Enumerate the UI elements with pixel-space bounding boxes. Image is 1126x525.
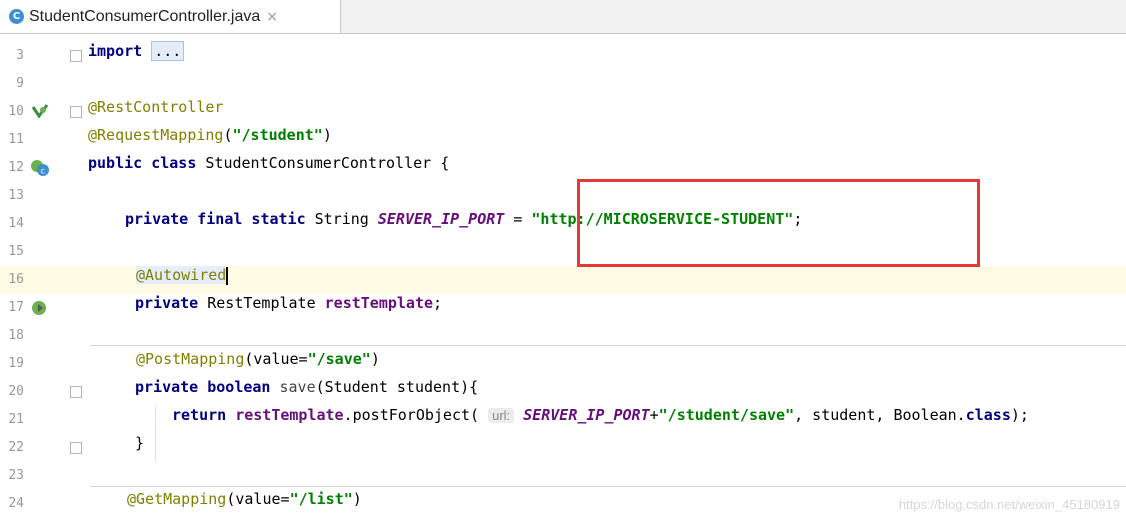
class-c-icon: C bbox=[9, 9, 24, 24]
field-name: restTemplate bbox=[324, 294, 434, 312]
string-literal: "/student" bbox=[232, 126, 323, 144]
red-highlight-box bbox=[577, 179, 980, 267]
code-text: @Autowired bbox=[136, 266, 229, 285]
tab-label: StudentConsumerController.java bbox=[29, 7, 261, 25]
code-text: return restTemplate.postForObject( url: … bbox=[172, 406, 1029, 424]
closing-brace: } bbox=[135, 434, 145, 452]
line-number: 24 bbox=[8, 496, 24, 511]
method-call: .postForObject( bbox=[343, 406, 480, 424]
string-literal: "/list" bbox=[289, 490, 353, 508]
code-editor[interactable]: 3 import ... 9 10 @RestController 11 @Re… bbox=[0, 34, 1126, 525]
line-number: 11 bbox=[8, 132, 24, 147]
punctuation: (value= bbox=[244, 350, 308, 368]
annotation: @GetMapping bbox=[127, 490, 227, 508]
spring-bean-icon[interactable] bbox=[30, 102, 50, 122]
code-line: 17 private RestTemplate restTemplate; bbox=[0, 294, 1126, 322]
line-number: 3 bbox=[16, 48, 24, 63]
punctuation: ) bbox=[370, 350, 380, 368]
code-text: private RestTemplate restTemplate; bbox=[135, 294, 442, 312]
code-text: @PostMapping(value="/save") bbox=[136, 350, 380, 368]
line-number: 19 bbox=[8, 356, 24, 371]
type-name: RestTemplate bbox=[198, 294, 325, 312]
string-literal: "/save" bbox=[307, 350, 371, 368]
code-text: private boolean save(Student student){ bbox=[135, 378, 478, 396]
autowired-navigate-icon[interactable] bbox=[30, 298, 50, 318]
operator: = bbox=[504, 210, 532, 228]
field-name: restTemplate bbox=[226, 406, 344, 424]
punctuation: ) bbox=[352, 490, 362, 508]
annotation: @Autowired bbox=[136, 266, 227, 284]
operator: + bbox=[649, 406, 659, 424]
line-number: 15 bbox=[8, 244, 24, 259]
line-number: 22 bbox=[8, 440, 24, 455]
line-number: 23 bbox=[8, 468, 24, 483]
fold-icon[interactable] bbox=[70, 386, 82, 398]
text-caret bbox=[226, 266, 229, 285]
line-number: 20 bbox=[8, 384, 24, 399]
tab-student-consumer-controller[interactable]: C StudentConsumerController.java × bbox=[0, 0, 341, 33]
close-icon[interactable]: × bbox=[266, 9, 278, 25]
code-line: 21 return restTemplate.postForObject( ur… bbox=[0, 406, 1126, 434]
constant: SERVER_IP_PORT bbox=[523, 406, 650, 424]
keyword: private final static bbox=[125, 210, 306, 228]
code-line: 12 c public class StudentConsumerControl… bbox=[0, 154, 1126, 182]
arguments: , student, Boolean. bbox=[794, 406, 966, 424]
code-text: import ... bbox=[88, 41, 185, 61]
punctuation: ) bbox=[322, 126, 332, 144]
code-line: 11 @RequestMapping("/student") bbox=[0, 126, 1126, 154]
editor-tab-bar: C StudentConsumerController.java × bbox=[0, 0, 1126, 34]
constant: SERVER_IP_PORT bbox=[377, 210, 505, 228]
method-name: save bbox=[270, 378, 316, 396]
code-line: 10 @RestController bbox=[0, 98, 1126, 126]
code-line: 20 private boolean save(Student student)… bbox=[0, 378, 1126, 406]
string-literal: "/student/save" bbox=[658, 406, 795, 424]
keyword: private boolean bbox=[135, 378, 271, 396]
keyword: class bbox=[965, 406, 1011, 424]
code-line-current: 16 @Autowired bbox=[0, 266, 1126, 294]
fold-icon[interactable] bbox=[70, 106, 82, 118]
spring-class-icon[interactable]: c bbox=[30, 158, 50, 178]
punctuation: (value= bbox=[226, 490, 290, 508]
line-number: 17 bbox=[8, 300, 24, 315]
code-text: @GetMapping(value="/list") bbox=[127, 490, 362, 508]
code-text: public class StudentConsumerController { bbox=[88, 154, 449, 172]
parameters: (Student student){ bbox=[315, 378, 479, 396]
method-separator bbox=[90, 486, 1126, 487]
code-text: } bbox=[135, 434, 144, 452]
punctuation: ( bbox=[223, 126, 233, 144]
keyword: private bbox=[135, 294, 199, 312]
line-number: 21 bbox=[8, 412, 24, 427]
code-text: @RequestMapping("/student") bbox=[88, 126, 332, 144]
code-line: 19 @PostMapping(value="/save") bbox=[0, 350, 1126, 378]
svg-text:c: c bbox=[41, 167, 45, 176]
line-number: 10 bbox=[8, 104, 24, 119]
keyword: import bbox=[88, 42, 143, 60]
keyword: public class bbox=[88, 154, 197, 172]
class-name: StudentConsumerController { bbox=[196, 154, 450, 172]
line-number: 16 bbox=[8, 272, 24, 287]
fold-icon[interactable] bbox=[70, 442, 82, 454]
annotation: @RequestMapping bbox=[88, 126, 224, 144]
fold-expand-icon[interactable] bbox=[70, 50, 82, 62]
keyword: return bbox=[172, 406, 227, 424]
line-number: 12 bbox=[8, 160, 24, 175]
line-number: 18 bbox=[8, 328, 24, 343]
code-line: 22 } bbox=[0, 434, 1126, 462]
code-line: 9 bbox=[0, 70, 1126, 98]
line-number: 14 bbox=[8, 216, 24, 231]
code-text: @RestController bbox=[88, 98, 223, 116]
punctuation: ); bbox=[1010, 406, 1029, 424]
type-name: String bbox=[305, 210, 378, 228]
annotation: @PostMapping bbox=[136, 350, 245, 368]
folded-imports[interactable]: ... bbox=[151, 41, 185, 61]
line-number: 13 bbox=[8, 188, 24, 203]
parameter-hint: url: bbox=[488, 408, 515, 423]
code-line: 18 bbox=[0, 322, 1126, 350]
punctuation: ; bbox=[433, 294, 443, 312]
watermark: https://blog.csdn.net/weixin_45180919 bbox=[898, 497, 1120, 512]
line-number: 9 bbox=[16, 76, 24, 91]
annotation: @RestController bbox=[88, 98, 224, 116]
code-line: 3 import ... bbox=[0, 41, 1126, 70]
